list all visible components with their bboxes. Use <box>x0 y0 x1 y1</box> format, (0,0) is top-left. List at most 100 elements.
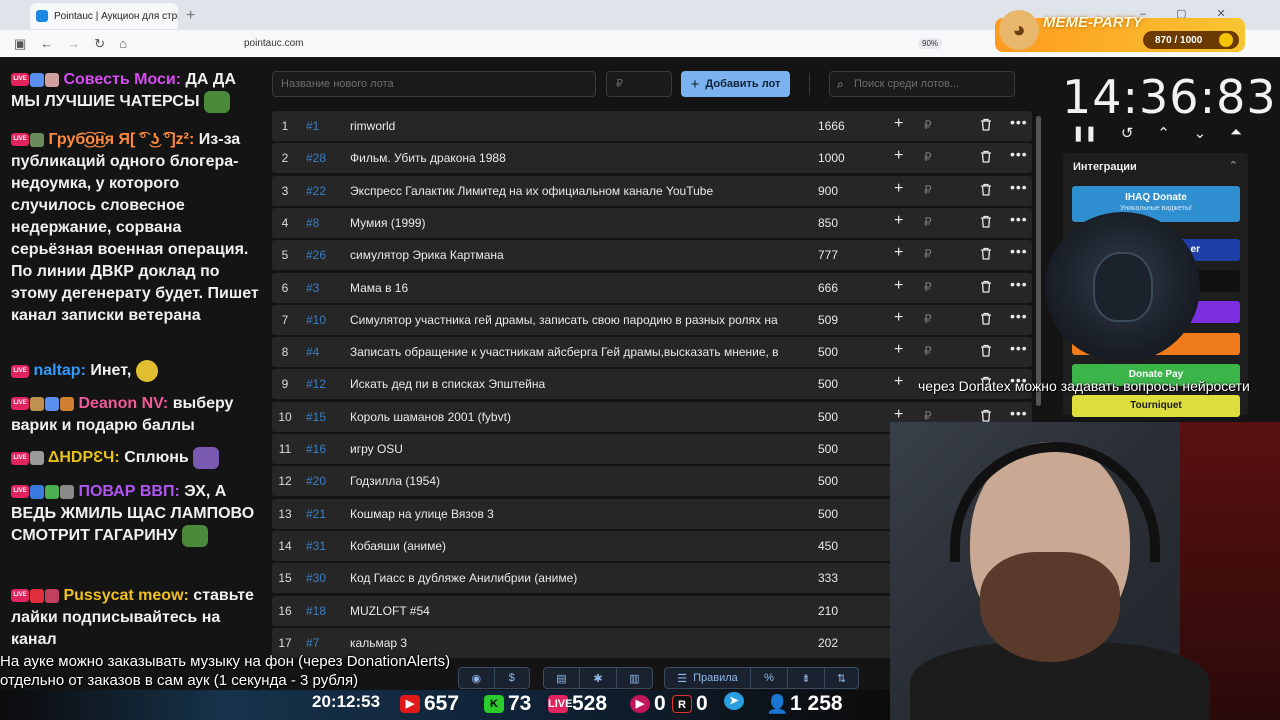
rules-button[interactable]: ☰ Правила <box>665 668 751 688</box>
lot-name[interactable]: Мумия (1999) <box>350 216 790 230</box>
trash-icon[interactable] <box>980 344 992 357</box>
add-amount-icon[interactable]: + <box>894 341 903 359</box>
lot-name[interactable]: симулятор Эрика Картмана <box>350 248 790 262</box>
lot-amount[interactable]: 666 <box>818 281 838 295</box>
lot-name[interactable]: Годзилла (1954) <box>350 474 790 488</box>
more-options-icon[interactable]: ••• <box>1010 146 1028 162</box>
lot-name[interactable]: Искать дед пи в списках Эпштейна <box>350 377 790 391</box>
lot-amount[interactable]: 1666 <box>818 119 845 133</box>
ruble-icon[interactable]: ₽ <box>924 215 932 229</box>
lot-id[interactable]: #15 <box>306 410 326 424</box>
chat-username[interactable]: Груб͜͡о͜͡ня Я[ ͡° ͜ʖ ͡°]z²: <box>48 131 194 148</box>
lot-name[interactable]: Кошмар на улице Вязов 3 <box>350 507 790 521</box>
lot-id[interactable]: #21 <box>306 507 326 521</box>
lot-id[interactable]: #12 <box>306 377 326 391</box>
tourniquet-button[interactable]: Tourniquet <box>1072 395 1240 417</box>
more-options-icon[interactable]: ••• <box>1010 179 1028 195</box>
more-options-icon[interactable]: ••• <box>1010 308 1028 324</box>
lot-id[interactable]: #20 <box>306 474 326 488</box>
chat-username[interactable]: naltap: <box>33 362 85 379</box>
lot-id[interactable]: #8 <box>306 216 319 230</box>
add-amount-icon[interactable]: + <box>894 115 903 133</box>
more-options-icon[interactable]: ••• <box>1010 340 1028 356</box>
lot-id[interactable]: #1 <box>306 119 319 133</box>
lot-amount[interactable]: 450 <box>818 539 838 553</box>
pause-icon[interactable]: ❚❚ <box>1072 124 1097 142</box>
lot-name[interactable]: Фильм. Убить дракона 1988 <box>350 151 790 165</box>
lot-name[interactable]: Экспресс Галактик Лимитед на их официаль… <box>350 184 790 198</box>
home-icon[interactable]: ⌂ <box>119 36 127 51</box>
lot-row[interactable]: 7 #10 Симулятор участника гей драмы, запис… <box>272 304 1032 335</box>
lot-row[interactable]: 1 #1 rimworld 1666 + ₽ ••• <box>272 111 1032 141</box>
add-amount-icon[interactable]: + <box>894 406 903 424</box>
arrow-down-icon[interactable]: ⌄ <box>1194 124 1207 142</box>
lot-name[interactable]: игру OSU <box>350 442 790 456</box>
chat-username[interactable]: ПОВАР ВВП: <box>78 483 179 500</box>
lot-amount[interactable]: 850 <box>818 216 838 230</box>
ruble-icon[interactable]: ₽ <box>924 280 932 294</box>
lot-row[interactable]: 6 #3 Мама в 16 666 + ₽ ••• <box>272 272 1032 303</box>
lot-name[interactable]: Кобаяши (аниме) <box>350 539 790 553</box>
ruble-icon[interactable]: ₽ <box>924 183 932 197</box>
lot-name[interactable]: Записать обращение к участникам айсберга… <box>350 345 790 359</box>
lot-row[interactable]: 8 #4 Записать обращение к участникам айсбе… <box>272 337 1032 368</box>
add-amount-icon[interactable]: + <box>894 309 903 327</box>
trash-icon[interactable] <box>980 409 992 422</box>
lot-name[interactable]: MUZLOFT #54 <box>350 604 790 618</box>
lot-amount[interactable]: 500 <box>818 410 838 424</box>
ruble-icon[interactable]: ₽ <box>924 312 932 326</box>
lot-id[interactable]: #16 <box>306 442 326 456</box>
lot-row[interactable]: 3 #22 Экспресс Галактик Лимитед на их офиц… <box>272 175 1032 206</box>
more-options-icon[interactable]: ••• <box>1010 405 1028 421</box>
lot-name[interactable]: Король шаманов 2001 (fybvt) <box>350 410 790 424</box>
trash-icon[interactable] <box>980 280 992 293</box>
add-amount-icon[interactable]: + <box>894 277 903 295</box>
ruble-icon[interactable]: ₽ <box>924 118 932 132</box>
search-input[interactable]: ⌕ Поиск среди лотов... <box>829 71 1015 97</box>
price-input[interactable]: ₽ <box>606 71 672 97</box>
add-amount-icon[interactable]: + <box>894 373 903 391</box>
lot-amount[interactable]: 777 <box>818 248 838 262</box>
more-options-icon[interactable]: ••• <box>1010 243 1028 259</box>
lot-amount[interactable]: 1000 <box>818 151 845 165</box>
trash-icon[interactable] <box>980 247 992 260</box>
lot-id[interactable]: #30 <box>306 571 326 585</box>
lot-amount[interactable]: 509 <box>818 313 838 327</box>
reset-icon[interactable]: ↺ <box>1121 124 1134 142</box>
bug-icon[interactable]: ✱ <box>580 668 617 688</box>
save-icon[interactable]: ▤ <box>544 668 580 688</box>
lot-id[interactable]: #10 <box>306 313 326 327</box>
lot-row[interactable]: 5 #26 симулятор Эрика Картмана 777 + ₽ ••• <box>272 240 1032 271</box>
forward-icon[interactable]: → <box>67 36 80 51</box>
lot-id[interactable]: #7 <box>306 636 319 650</box>
double-arrow-up-icon[interactable]: ⏶ <box>1230 124 1242 142</box>
add-amount-icon[interactable]: + <box>894 147 903 165</box>
back-icon[interactable]: ← <box>40 36 53 51</box>
lot-name[interactable]: кальмар 3 <box>350 636 790 650</box>
ruble-icon[interactable]: ₽ <box>924 409 932 423</box>
add-lot-button[interactable]: + Добавить лот <box>681 71 790 97</box>
chat-username[interactable]: ΔHDPƐЧ: <box>48 449 120 466</box>
scrollbar[interactable] <box>1036 116 1041 406</box>
lot-id[interactable]: #4 <box>306 345 319 359</box>
trash-icon[interactable] <box>980 118 992 131</box>
lot-amount[interactable]: 333 <box>818 571 838 585</box>
address-bar[interactable]: pointauc.com <box>200 33 970 53</box>
trash-icon[interactable] <box>980 183 992 196</box>
more-options-icon[interactable]: ••• <box>1010 114 1028 130</box>
lot-amount[interactable]: 500 <box>818 507 838 521</box>
sort-icon[interactable]: ⇅ <box>825 668 858 688</box>
trash-icon[interactable] <box>980 312 992 325</box>
trash-icon[interactable] <box>980 215 992 228</box>
ruble-icon[interactable]: ₽ <box>924 150 932 164</box>
more-options-icon[interactable]: ••• <box>1010 211 1028 227</box>
lot-name[interactable]: Код Гиасс в дубляже Анилибрии (аниме) <box>350 571 790 585</box>
lot-amount[interactable]: 500 <box>818 345 838 359</box>
lot-amount[interactable]: 210 <box>818 604 838 618</box>
ruble-icon[interactable]: ₽ <box>924 344 932 358</box>
zoom-indicator[interactable]: 90% <box>918 38 943 49</box>
lot-id[interactable]: #26 <box>306 248 326 262</box>
reload-icon[interactable]: ↻ <box>94 36 105 52</box>
chevron-up-icon[interactable]: ⌃ <box>1229 159 1238 172</box>
lot-amount[interactable]: 500 <box>818 377 838 391</box>
